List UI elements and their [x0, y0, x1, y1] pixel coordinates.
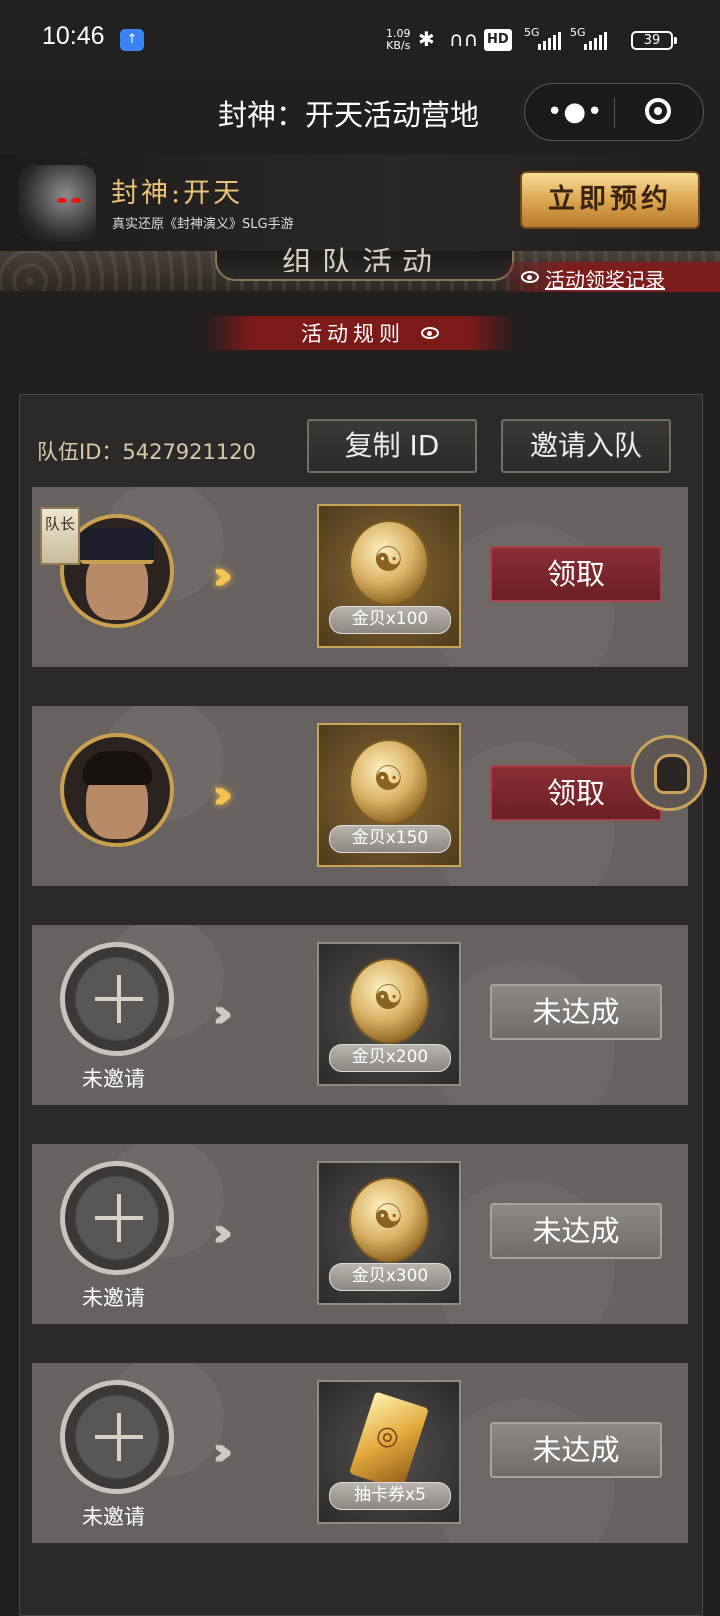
reward-record-link[interactable]: 活动领奖记录	[505, 262, 720, 292]
gold-coin-icon	[349, 958, 429, 1044]
hd-label: HD	[487, 32, 509, 47]
status-bar	[0, 0, 720, 80]
target-close-icon[interactable]	[645, 98, 671, 124]
reward-item: 抽卡券x5	[317, 1380, 461, 1524]
game-subtitle: 真实还原《封神演义》SLG手游	[112, 217, 294, 232]
game-name: 封神:开天	[111, 178, 244, 209]
not-invited-label: 未邀请	[82, 1067, 145, 1091]
reward-label: 金贝x150	[329, 825, 451, 853]
eye-icon	[421, 327, 439, 339]
chevron-right-icon: ›››	[212, 1429, 234, 1475]
signal-icon-2	[584, 30, 607, 50]
reward-label: 金贝x200	[329, 1044, 451, 1072]
net-speed: 1.09 KB/s	[386, 28, 411, 52]
avatar-hat	[80, 528, 154, 564]
chevron-right-icon: ›››	[212, 553, 234, 599]
team-row: 未邀请 ››› 金贝x300 未达成	[32, 1144, 688, 1324]
gold-coin-icon	[349, 739, 429, 825]
captain-badge: 队长	[40, 507, 80, 565]
team-row: ››› 金贝x150 领取	[32, 706, 688, 886]
not-achieved-button[interactable]: 未达成	[490, 1422, 662, 1478]
rules-link[interactable]: 活动规则	[205, 316, 515, 350]
invite-button[interactable]: 邀请入队	[501, 419, 671, 473]
gold-coin-icon	[349, 1177, 429, 1263]
reward-record-label: 活动领奖记录	[545, 268, 665, 292]
bluetooth-icon: ✱	[418, 27, 435, 51]
team-row: 队长 ››› 金贝x100 领取	[32, 487, 688, 667]
not-invited-label: 未邀请	[82, 1505, 145, 1529]
add-member-icon[interactable]	[60, 942, 174, 1056]
reward-label: 金贝x300	[329, 1263, 451, 1291]
reserve-button[interactable]: 立即预约	[520, 171, 700, 229]
more-dots-icon[interactable]: •●•	[547, 99, 603, 125]
team-id: 队伍ID：5427921120	[37, 440, 256, 464]
game-banner: 封神:开天 真实还原《封神演义》SLG手游 立即预约	[0, 155, 720, 251]
reward-label: 抽卡券x5	[329, 1482, 451, 1510]
net-speed-unit: KB/s	[386, 39, 411, 52]
team-row: 未邀请 ››› 金贝x200 未达成	[32, 925, 688, 1105]
copy-id-button[interactable]: 复制 ID	[307, 419, 477, 473]
not-achieved-button[interactable]: 未达成	[490, 984, 662, 1040]
hd-call-icon: HD	[484, 29, 512, 51]
dragon-eye-left	[57, 198, 67, 203]
mini-app-icon: ↑	[120, 29, 144, 51]
reward-item: 金贝x200	[317, 942, 461, 1086]
add-member-icon[interactable]	[60, 1161, 174, 1275]
customer-service-button[interactable]	[631, 735, 707, 811]
gold-coin-icon	[349, 520, 429, 606]
page-title: 封神：开天活动营地	[218, 98, 480, 132]
reward-item: 金贝x100	[317, 504, 461, 648]
earbuds-icon: ∩∩	[449, 27, 479, 51]
signal-icon	[538, 30, 561, 50]
chevron-right-icon: ›››	[212, 772, 234, 818]
battery-icon: 39	[631, 31, 677, 50]
member-avatar	[60, 733, 174, 847]
avatar-hair	[82, 751, 152, 785]
claim-button[interactable]: 领取	[490, 546, 662, 602]
gacha-ticket-icon	[349, 1391, 429, 1491]
add-member-icon[interactable]	[60, 1380, 174, 1494]
status-time: 10:46	[42, 22, 105, 50]
capsule-divider	[614, 98, 615, 128]
game-logo	[19, 165, 96, 242]
not-invited-label: 未邀请	[82, 1286, 145, 1310]
reward-item: 金贝x150	[317, 723, 461, 867]
reward-item: 金贝x300	[317, 1161, 461, 1305]
chevron-right-icon: ›››	[212, 1210, 234, 1256]
not-achieved-button[interactable]: 未达成	[490, 1203, 662, 1259]
dragon-eye-right	[71, 198, 81, 203]
reward-label: 金贝x100	[329, 606, 451, 634]
eye-icon	[521, 271, 539, 283]
headset-icon	[654, 754, 690, 794]
chevron-right-icon: ›››	[212, 991, 234, 1037]
mini-program-capsule: •●•	[524, 83, 704, 141]
team-row: 未邀请 ››› 抽卡券x5 未达成	[32, 1363, 688, 1543]
rules-label: 活动规则	[301, 322, 405, 346]
